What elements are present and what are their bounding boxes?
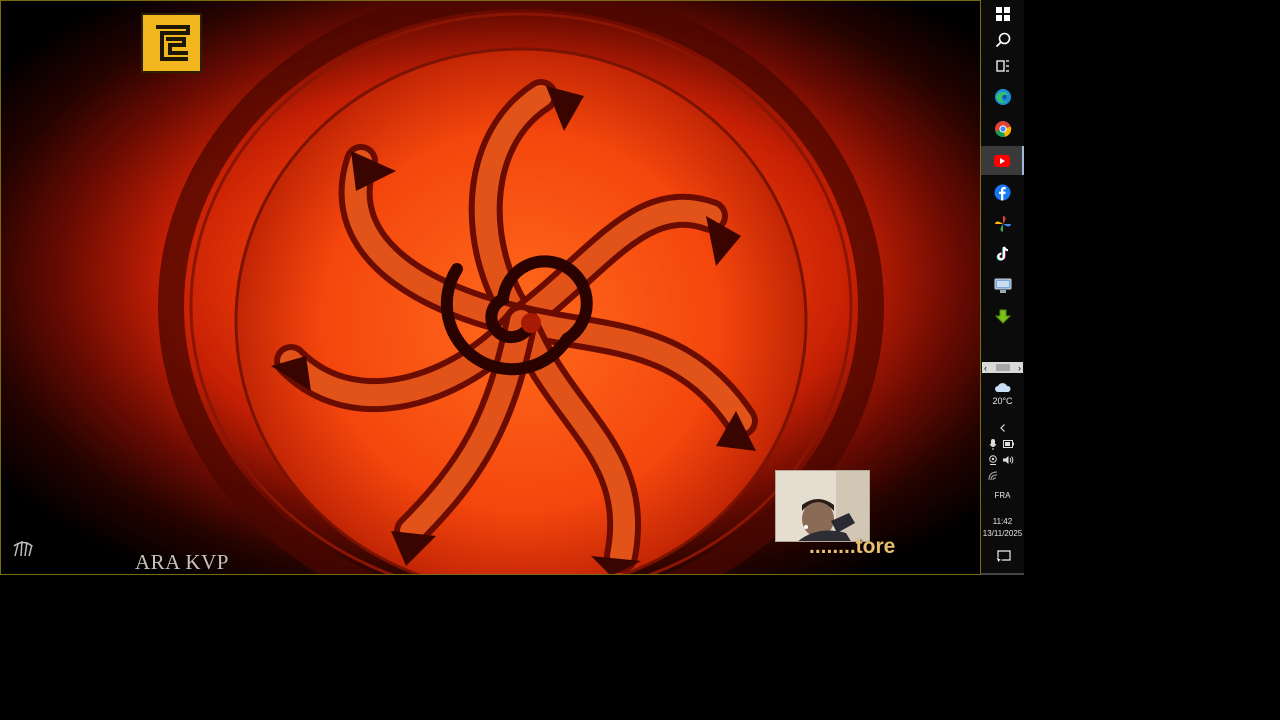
battery-icon[interactable] bbox=[1003, 440, 1014, 448]
chrome-icon bbox=[994, 121, 1011, 138]
video-watermark: ARA KVP bbox=[135, 550, 229, 574]
windows-logo-icon bbox=[995, 7, 1010, 21]
taskbar-app-remote-desktop[interactable] bbox=[981, 272, 1024, 300]
taskbar-app-photos[interactable] bbox=[981, 210, 1024, 238]
monitor-icon bbox=[994, 278, 1011, 293]
wifi-icon[interactable] bbox=[988, 471, 998, 481]
webcam-indicator-icon[interactable] bbox=[988, 455, 998, 465]
channel-logo-icon bbox=[155, 25, 190, 61]
system-tray bbox=[981, 437, 1024, 485]
edge-icon bbox=[994, 89, 1011, 105]
tiktok-icon bbox=[996, 246, 1008, 261]
person-thumbnail-icon bbox=[776, 471, 869, 541]
taskbar-app-youtube[interactable] bbox=[981, 146, 1024, 175]
youtube-icon bbox=[993, 154, 1010, 167]
hand-icon bbox=[11, 536, 35, 563]
chevron-left-icon bbox=[999, 424, 1005, 432]
input-language[interactable]: FRA bbox=[981, 491, 1024, 500]
notifications-button[interactable] bbox=[981, 547, 1024, 567]
clock-date[interactable]: 13/11/2025 bbox=[981, 529, 1024, 538]
video-player[interactable]: ARA KVP ........tore bbox=[0, 0, 981, 575]
search-icon bbox=[995, 32, 1010, 48]
pinwheel-icon bbox=[994, 216, 1011, 232]
start-button[interactable] bbox=[981, 0, 1024, 28]
taskbar-app-facebook[interactable] bbox=[981, 178, 1024, 206]
taskbar-app-tiktok[interactable] bbox=[981, 240, 1024, 268]
taskbar: ‹ › 20°C FRA 11:42 13/11/2025 bbox=[981, 0, 1024, 575]
notification-center-icon bbox=[994, 550, 1011, 564]
speaker-icon[interactable] bbox=[1002, 455, 1014, 465]
facebook-icon bbox=[994, 184, 1011, 200]
clock-time[interactable]: 11:42 bbox=[981, 517, 1024, 526]
task-view-button[interactable] bbox=[981, 52, 1024, 80]
taskbar-app-downloader[interactable] bbox=[981, 303, 1024, 331]
taskbar-app-edge[interactable] bbox=[981, 83, 1024, 111]
scroll-left-icon[interactable]: ‹ bbox=[984, 363, 987, 373]
channel-logo[interactable] bbox=[141, 13, 202, 73]
search-button[interactable] bbox=[981, 26, 1024, 54]
weather-widget[interactable] bbox=[981, 380, 1024, 396]
task-view-icon bbox=[995, 60, 1009, 72]
weather-temperature: 20°C bbox=[992, 396, 1013, 406]
taskbar-scroller[interactable]: ‹ › bbox=[982, 362, 1023, 373]
green-download-icon bbox=[994, 309, 1011, 324]
cloud-icon bbox=[994, 383, 1011, 392]
webcam-caption: ........tore bbox=[809, 535, 896, 558]
show-hidden-icons-button[interactable] bbox=[981, 420, 1024, 436]
scroll-thumb[interactable] bbox=[995, 364, 1010, 371]
taskbar-app-chrome[interactable] bbox=[981, 115, 1024, 143]
scroll-right-icon[interactable]: › bbox=[1018, 363, 1021, 373]
webcam-overlay bbox=[775, 470, 870, 542]
microphone-icon[interactable] bbox=[989, 439, 997, 450]
screen: ARA KVP ........tore ‹ › 20°C FRA 11:42 … bbox=[0, 0, 1280, 720]
